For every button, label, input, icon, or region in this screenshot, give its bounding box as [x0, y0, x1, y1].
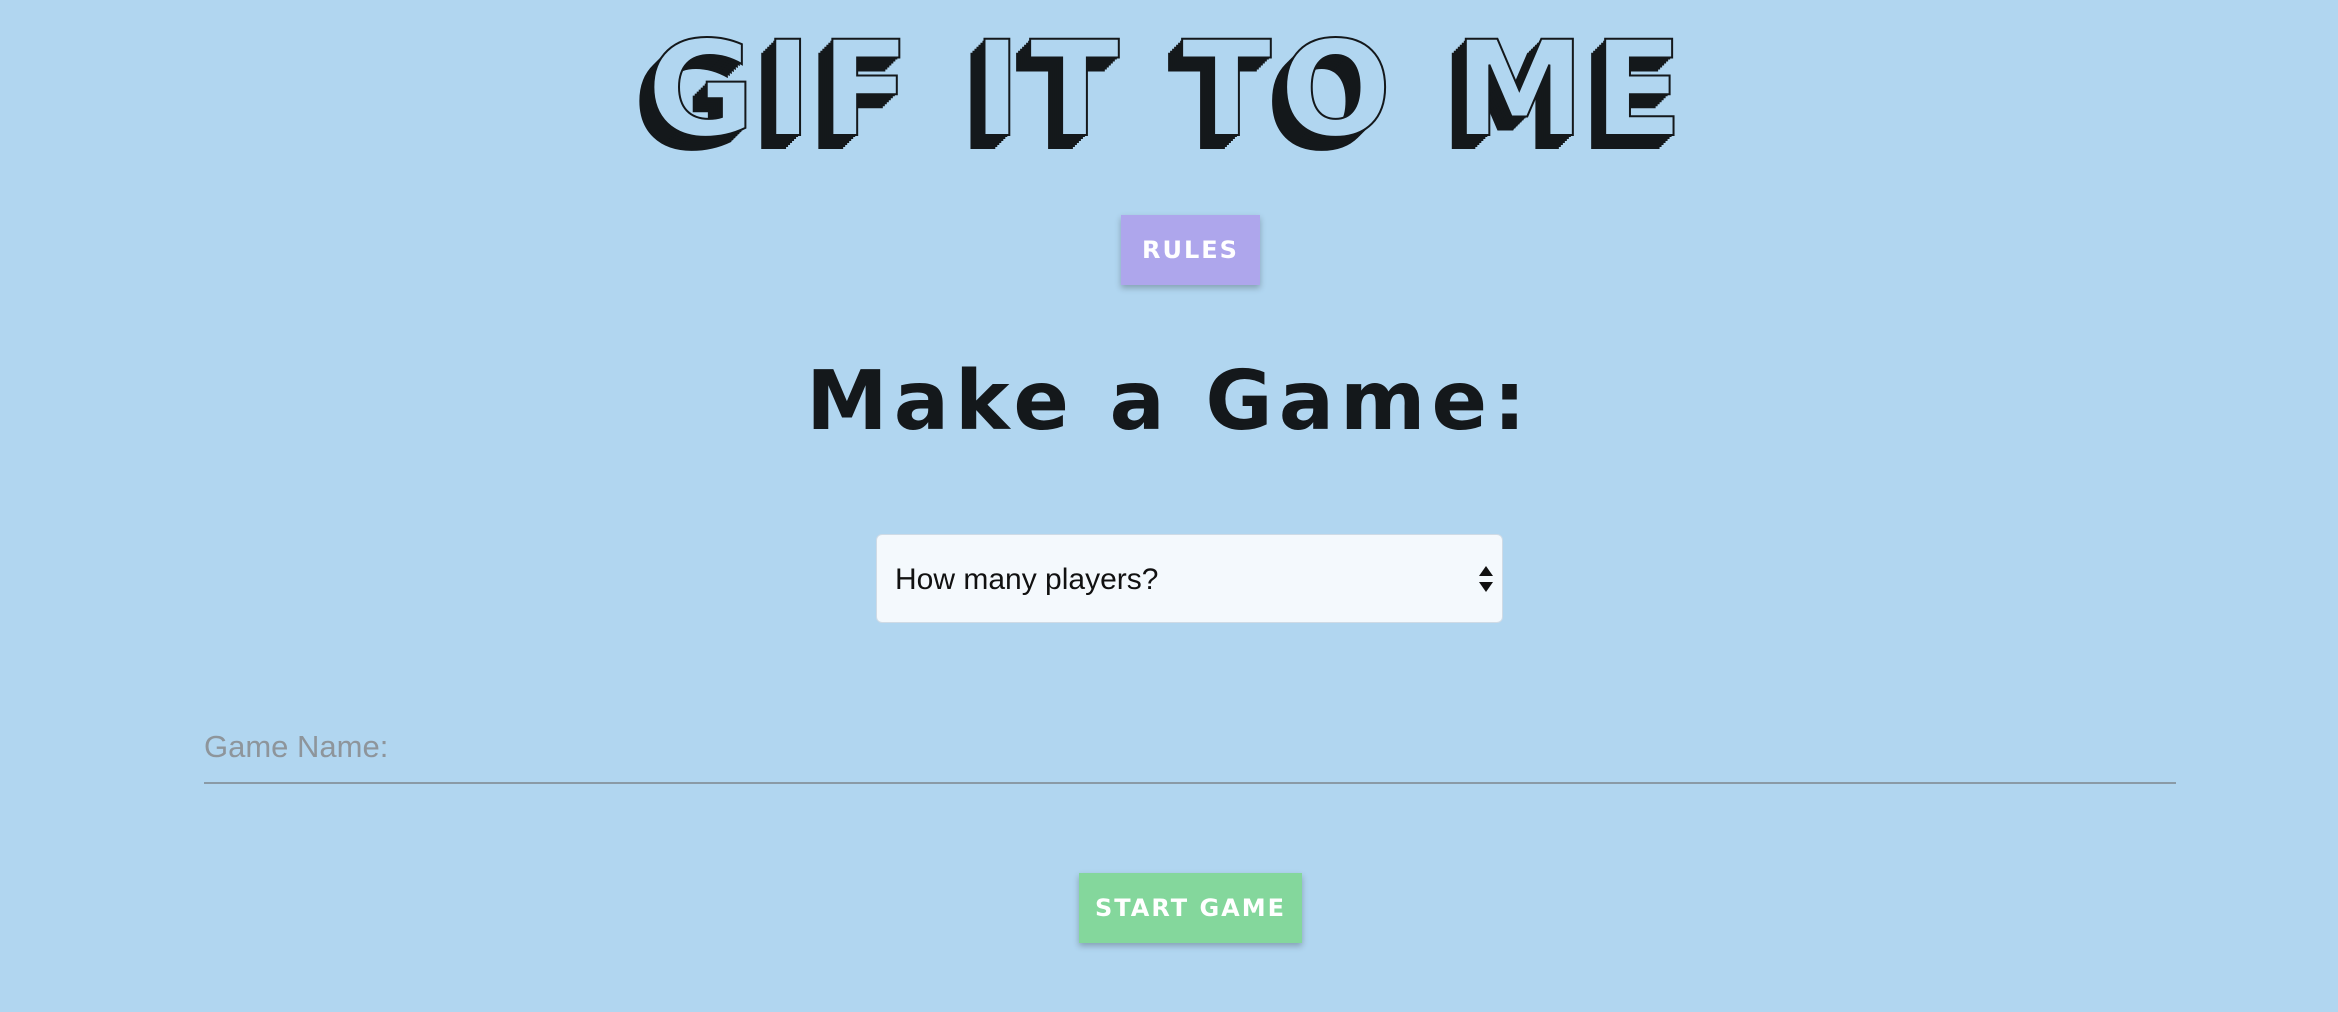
game-name-input[interactable]: [204, 712, 2176, 784]
rules-button[interactable]: RULES: [1121, 215, 1260, 285]
page-heading: Make a Game:: [806, 354, 1532, 449]
players-select[interactable]: How many players?: [876, 534, 1503, 623]
start-game-button[interactable]: START GAME: [1079, 873, 1302, 943]
select-arrows-icon: [1478, 563, 1494, 595]
app-logo: GIF IT TO ME: [646, 13, 1692, 167]
players-select-value: How many players?: [895, 563, 1159, 596]
